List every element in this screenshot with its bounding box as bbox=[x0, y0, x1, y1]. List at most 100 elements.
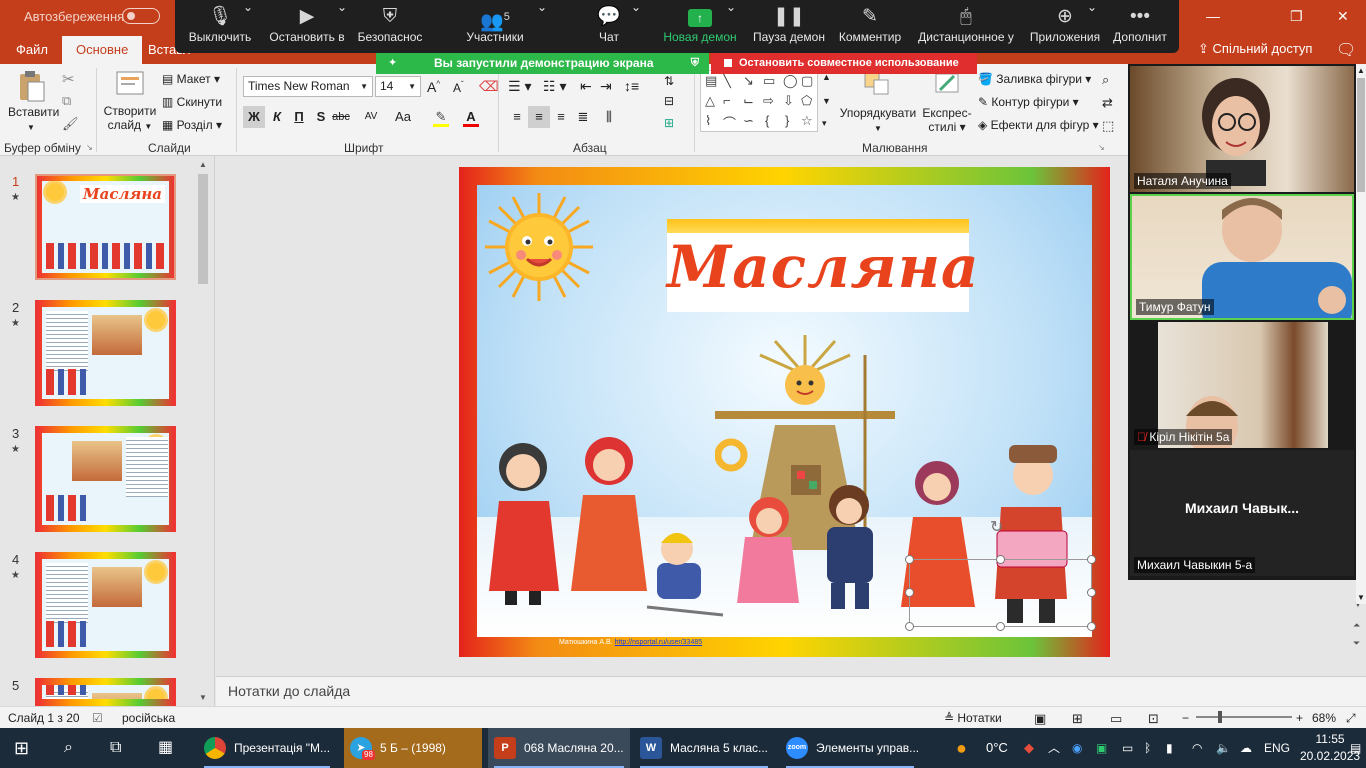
right-brace-icon[interactable]: } bbox=[785, 113, 789, 128]
shapes-gallery[interactable]: ▤ ╲ ↘ ▭ ◯ ▢ △ ⌐ ⌙ ⇨ ⇩ ⬠ ⌇ ⌒ ∽ { } ☆ bbox=[700, 70, 818, 132]
font-color-icon[interactable]: A bbox=[460, 106, 482, 128]
video-tile[interactable]: 🎙̸ Кірiл Нікітін 5а bbox=[1130, 322, 1354, 448]
zoom-slider[interactable] bbox=[1196, 711, 1292, 723]
temperature[interactable]: 0°C bbox=[986, 728, 1008, 768]
smartart-icon[interactable]: ⊞ bbox=[664, 116, 674, 130]
calculator-icon[interactable]: ▦ bbox=[158, 728, 173, 768]
resize-handle[interactable] bbox=[905, 588, 914, 597]
chevron-up-icon[interactable]: ⌄ bbox=[631, 0, 641, 53]
taskbar-chrome-presentation[interactable]: Презентація "М... bbox=[198, 728, 336, 768]
layout-button[interactable]: ▤ Макет ▾ bbox=[162, 72, 220, 86]
participants-button[interactable]: 👥5 Участники bbox=[459, 0, 531, 53]
slide-thumbnail[interactable] bbox=[35, 552, 176, 658]
autosave-toggle[interactable] bbox=[122, 8, 160, 24]
numbering-icon[interactable]: ☷ ▾ bbox=[543, 78, 566, 95]
arrange-button[interactable]: Упорядкувати ▼ bbox=[838, 70, 918, 136]
notes-pane[interactable]: Нотатки до слайда bbox=[216, 676, 1366, 706]
resize-handle[interactable] bbox=[905, 622, 914, 631]
taskbar-zoom[interactable]: zoom Элементы управ... bbox=[780, 728, 920, 768]
copy-icon[interactable]: ⧉ bbox=[62, 93, 71, 109]
arrow-icon[interactable]: ↘ bbox=[743, 73, 754, 89]
char-spacing-button[interactable]: AV bbox=[356, 106, 386, 128]
curve-icon[interactable]: ∽ bbox=[743, 113, 754, 129]
video-tile[interactable]: Наталя Анучина bbox=[1130, 66, 1354, 192]
shape-outline-button[interactable]: ✎ Контур фігури ▾ bbox=[978, 95, 1079, 109]
windows-start-icon[interactable]: ⊞ bbox=[14, 728, 29, 768]
align-center-icon[interactable]: ≡ bbox=[528, 106, 550, 128]
volume-icon[interactable]: 🔈 bbox=[1216, 728, 1231, 768]
stop-video-button[interactable]: ▶ Остановить в bbox=[267, 0, 347, 53]
elbow-connector-icon[interactable]: ⌐ bbox=[723, 93, 731, 108]
chevron-up-icon[interactable]: ⌄ bbox=[537, 0, 547, 53]
reading-view-icon[interactable]: ▭ bbox=[1110, 711, 1122, 727]
fit-slide-icon[interactable]: ⤢ bbox=[1346, 711, 1356, 726]
shrink-font-icon[interactable]: Aˇ bbox=[453, 80, 464, 95]
slideshow-icon[interactable]: ⊡ bbox=[1148, 711, 1159, 727]
replace-icon[interactable]: ⇄ bbox=[1102, 95, 1113, 111]
tray-app-icon[interactable]: ◆ bbox=[1024, 728, 1034, 768]
tray-display-icon[interactable]: ▭ bbox=[1122, 728, 1133, 768]
reset-button[interactable]: ▥ Скинути bbox=[162, 95, 222, 109]
annotate-button[interactable]: ✎ Комментир bbox=[835, 0, 905, 53]
align-right-icon[interactable]: ≡ bbox=[550, 106, 572, 128]
credit-link[interactable]: http://nsportal.ru/user/33485 bbox=[615, 639, 703, 646]
text-direction-icon[interactable]: ⇅ bbox=[664, 74, 674, 88]
scroll-down-icon[interactable]: ▼ bbox=[1357, 593, 1365, 602]
grow-font-icon[interactable]: A^ bbox=[427, 79, 440, 95]
quick-styles-button[interactable]: Експрес- стилі ▾ bbox=[920, 70, 974, 140]
resize-handle[interactable] bbox=[1087, 622, 1096, 631]
editor-scrollbar[interactable]: ▼ ⏶ ⏷ bbox=[1350, 600, 1366, 676]
remote-control-button[interactable]: 🖱 Дистанционное у bbox=[913, 0, 1019, 53]
slide-thumbnail[interactable] bbox=[35, 300, 176, 406]
share-button[interactable]: ⇪ Спільний доступ bbox=[1198, 41, 1312, 57]
rotate-handle-icon[interactable]: ↻ bbox=[990, 517, 1003, 537]
taskbar-powerpoint[interactable]: P 068 Масляна 20... bbox=[488, 728, 630, 768]
clear-formatting-icon[interactable]: ⌫ bbox=[479, 78, 499, 95]
video-tile[interactable]: Тимур Фатун bbox=[1130, 194, 1354, 320]
chevron-up-icon[interactable]: ⌄ bbox=[726, 0, 736, 53]
notes-toggle[interactable]: ≜ Нотатки bbox=[944, 711, 1002, 725]
cut-icon[interactable]: ✂ bbox=[62, 70, 75, 88]
scroll-down-icon[interactable]: ▼ bbox=[822, 96, 831, 106]
right-arrow-icon[interactable]: ⇨ bbox=[763, 93, 774, 109]
slide-thumbnail[interactable] bbox=[35, 678, 176, 706]
tab-file[interactable]: Файл bbox=[16, 42, 48, 57]
resize-handle[interactable] bbox=[905, 555, 914, 564]
increase-indent-icon[interactable]: ⇥ bbox=[600, 78, 612, 95]
system-clock[interactable]: 11:55 20.02.2023 bbox=[1300, 731, 1360, 765]
shape-fill-button[interactable]: 🪣 Заливка фігури ▾ bbox=[978, 72, 1091, 86]
input-language[interactable]: ENG bbox=[1264, 728, 1290, 768]
chevron-up-icon[interactable]: ⌄ bbox=[337, 0, 347, 53]
video-tile[interactable]: Михаил Чавык... Михаил Чавыкин 5-а bbox=[1130, 450, 1354, 576]
resize-handle[interactable] bbox=[1087, 588, 1096, 597]
prev-slide-icon[interactable]: ⏶ bbox=[1353, 620, 1360, 631]
pentagon-icon[interactable]: ⬠ bbox=[801, 93, 812, 109]
columns-icon[interactable]: ⫼ bbox=[598, 106, 620, 128]
tab-home[interactable]: Основне bbox=[62, 36, 143, 64]
underline-button[interactable]: П bbox=[288, 106, 310, 128]
align-text-icon[interactable]: ⊟ bbox=[664, 94, 674, 108]
rectangle-icon[interactable]: ▭ bbox=[763, 73, 775, 89]
more-button[interactable]: ••• Дополнит bbox=[1109, 0, 1171, 53]
align-left-icon[interactable]: ≡ bbox=[506, 106, 528, 128]
bullets-icon[interactable]: ☰ ▾ bbox=[508, 78, 531, 95]
text-shadow-button[interactable]: S bbox=[310, 106, 332, 128]
font-name-select[interactable]: Times New Roman ▼ bbox=[243, 76, 373, 97]
more-shapes-icon[interactable]: ▾ bbox=[822, 118, 827, 129]
down-arrow-icon[interactable]: ⇩ bbox=[783, 93, 794, 109]
freeform-icon[interactable]: ⌇ bbox=[705, 113, 711, 129]
find-icon[interactable]: ⌕ bbox=[1102, 72, 1109, 88]
justify-icon[interactable]: ≣ bbox=[572, 106, 594, 128]
scroll-up-icon[interactable]: ▲ bbox=[1357, 66, 1365, 75]
tray-zoom-icon[interactable]: ◉ bbox=[1072, 728, 1082, 768]
line-icon[interactable]: ╲ bbox=[723, 73, 731, 89]
gallery-scrollbar[interactable]: ▲ ▼ bbox=[1356, 64, 1366, 604]
oval-icon[interactable]: ◯ bbox=[783, 73, 798, 89]
language-indicator[interactable]: російська bbox=[122, 711, 175, 725]
arc-icon[interactable]: ⌒ bbox=[723, 113, 736, 132]
slide-sorter-icon[interactable]: ⊞ bbox=[1072, 711, 1083, 727]
security-button[interactable]: ⛨ Безопаснос bbox=[355, 0, 425, 53]
change-case-button[interactable]: Аа bbox=[388, 106, 418, 128]
shape-effects-button[interactable]: ◈ Ефекти для фігур ▾ bbox=[978, 118, 1099, 132]
resize-handle[interactable] bbox=[996, 622, 1005, 631]
